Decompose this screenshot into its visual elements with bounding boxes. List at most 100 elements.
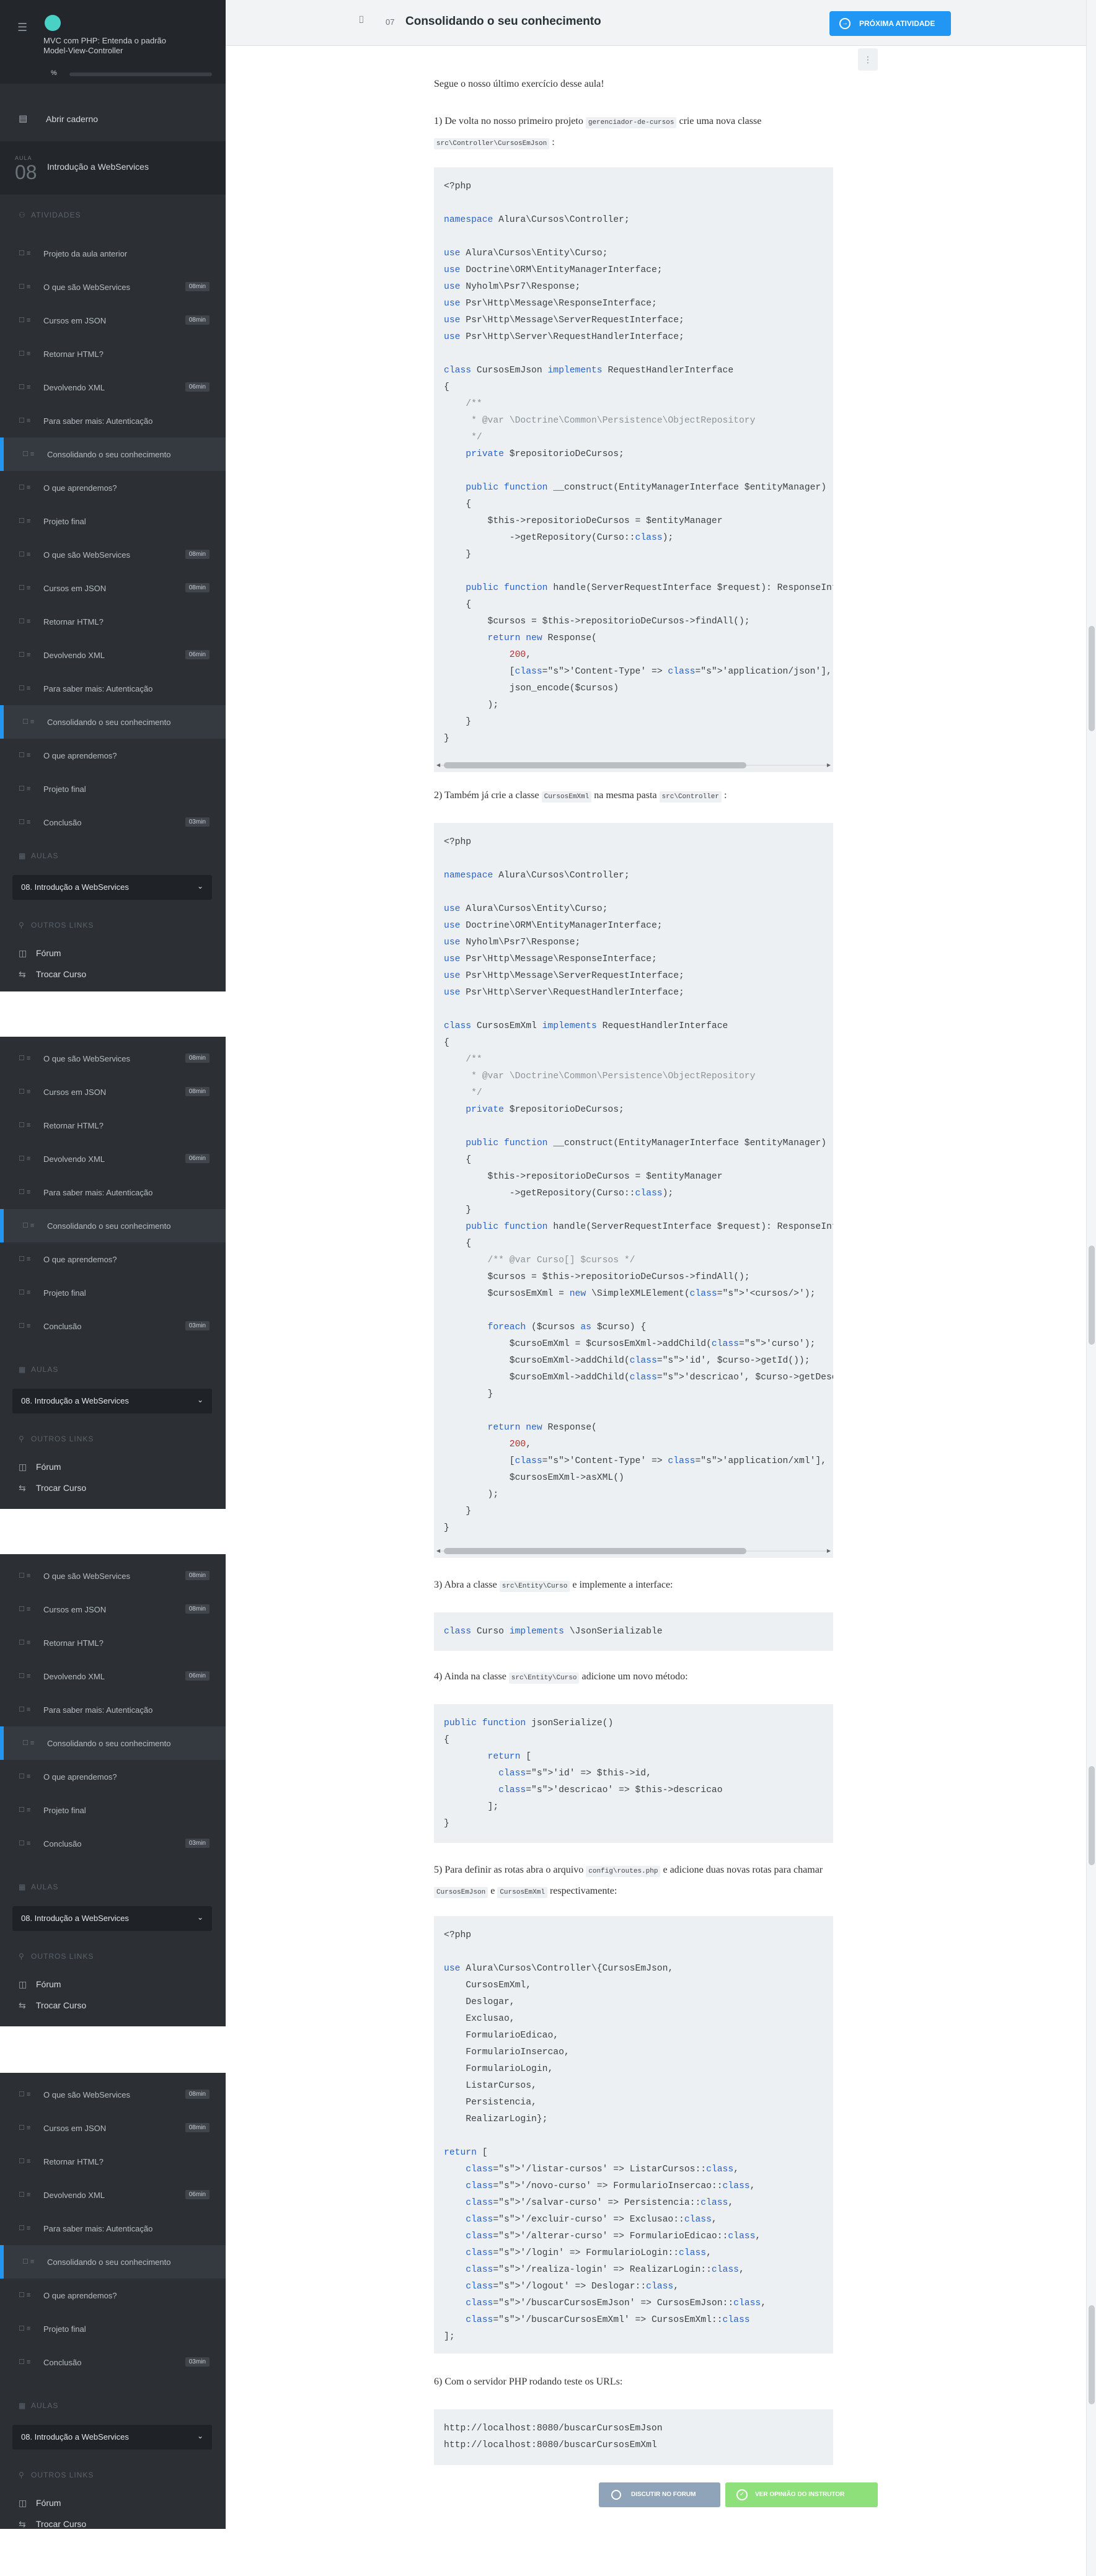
activity-label: Devolvendo XML [43,383,105,392]
sidebar-activity-item[interactable]: ☐ ≡ O que aprendemos? [0,471,226,504]
sidebar-activity-item[interactable]: ☐ ≡ O que são WebServices 08min [0,1559,226,1593]
next-activity-label: PRÓXIMA ATIVIDADE [859,19,935,28]
link-icon: ⚲ [19,1952,25,1961]
horizontal-scrollbar[interactable]: ◀ ▶ [436,1548,831,1554]
scroll-thumb[interactable] [1089,2305,1095,2404]
sidebar-activity-item[interactable]: ☐ ≡ Consolidando o seu conhecimento [0,2245,226,2279]
bookmark-icon[interactable]: ⌷ [358,15,365,26]
checkbox-icon: ☐ ≡ [19,1122,31,1129]
forum-link[interactable]: ◫ Fórum [19,2498,61,2508]
sidebar-activity-item[interactable]: ☐ ≡ Para saber mais: Autenticação [0,1176,226,1209]
sidebar-activity-item[interactable]: ☐ ≡ Consolidando o seu conhecimento [0,437,226,471]
sidebar-header: ☰ MVC com PHP: Entenda o padrão Model-Vi… [0,0,226,84]
sidebar-activity-item[interactable]: ☐ ≡ Para saber mais: Autenticação [0,1693,226,1726]
checkbox-icon: ☐ ≡ [19,1255,31,1263]
aulas-label: AULAS [31,1365,59,1374]
sidebar-activity-item[interactable]: ☐ ≡ Consolidando o seu conhecimento [0,1209,226,1242]
sidebar-activity-item[interactable]: ☐ ≡ Para saber mais: Autenticação [0,404,226,437]
swap-icon: ⇆ [19,2519,26,2529]
change-course-link[interactable]: ⇆ Trocar Curso [19,2519,86,2529]
sidebar-activity-item[interactable]: ☐ ≡ O que são WebServices 08min [0,538,226,571]
sidebar-activity-item[interactable]: ☐ ≡ Retornar HTML? [0,337,226,371]
sidebar-activity-item[interactable]: ☐ ≡ Projeto final [0,1793,226,1827]
sidebar-activity-item[interactable]: ☐ ≡ Conclusão 03min [0,1827,226,1860]
sidebar-activity-item[interactable]: ☐ ≡ Retornar HTML? [0,2145,226,2178]
forum-link[interactable]: ◫ Fórum [19,1462,61,1472]
sidebar-activity-item[interactable]: ☐ ≡ O que aprendemos? [0,739,226,772]
sidebar-activity-item[interactable]: ☐ ≡ O que são WebServices 08min [0,1042,226,1075]
sidebar-activity-item[interactable]: ☐ ≡ Projeto final [0,1276,226,1309]
open-notebook-link[interactable]: ▤ Abrir caderno [0,103,226,134]
sidebar-activity-item[interactable]: ☐ ≡ Cursos em JSON 08min [0,2111,226,2145]
sidebar-activity-item[interactable]: ☐ ≡ Devolvendo XML 06min [0,371,226,404]
course-progress: % [45,69,212,79]
sidebar-activity-item[interactable]: ☐ ≡ O que são WebServices 08min [0,2078,226,2111]
change-course-label: Trocar Curso [36,1483,87,1493]
change-course-link[interactable]: ⇆ Trocar Curso [19,969,86,980]
activity-label: O que aprendemos? [43,2291,117,2300]
activity-label: Retornar HTML? [43,1121,104,1130]
checkbox-icon: ☐ ≡ [19,1572,31,1580]
sidebar-activity-item[interactable]: ☐ ≡ Conclusão 03min [0,2345,226,2379]
forum-link[interactable]: ◫ Fórum [19,948,61,959]
sidebar-activity-item[interactable]: ☐ ≡ Cursos em JSON 08min [0,304,226,337]
sidebar-activity-item[interactable]: ☐ ≡ Cursos em JSON 08min [0,1075,226,1109]
sidebar-activity-item[interactable]: ☐ ≡ Consolidando o seu conhecimento [0,705,226,739]
step-5-b: e adicione duas novas rotas para chamar [660,1865,823,1875]
activity-label: Conclusão [43,1322,82,1331]
sidebar-activity-item[interactable]: ☐ ≡ Cursos em JSON 08min [0,1593,226,1626]
sidebar-activity-item[interactable]: ☐ ≡ Retornar HTML? [0,1626,226,1659]
sidebar-activity-item[interactable]: ☐ ≡ O que são WebServices 08min [0,270,226,304]
sidebar-activity-item[interactable]: ☐ ≡ O que aprendemos? [0,2279,226,2312]
sidebar-activity-item[interactable]: ☐ ≡ Devolvendo XML 06min [0,1659,226,1693]
next-activity-button[interactable]: → PRÓXIMA ATIVIDADE [829,11,951,36]
change-course-link[interactable]: ⇆ Trocar Curso [19,1483,86,1493]
scroll-thumb[interactable] [1089,626,1095,731]
step-1-text: 1) De volta no nosso primeiro projeto ge… [434,112,833,154]
sidebar-activity-item[interactable]: ☐ ≡ Retornar HTML? [0,605,226,638]
module-select[interactable]: 08. Introdução a WebServices ⌄ [12,2425,212,2450]
sidebar-activity-item[interactable]: ☐ ≡ O que aprendemos? [0,1760,226,1793]
activity-label: Para saber mais: Autenticação [43,684,153,693]
sidebar-activity-item[interactable]: ☐ ≡ Devolvendo XML 06min [0,2178,226,2212]
checkbox-icon: ☐ ≡ [19,1773,31,1780]
sidebar-activity-item[interactable]: ☐ ≡ Projeto final [0,504,226,538]
module-select[interactable]: 08. Introdução a WebServices ⌄ [12,1906,212,1931]
view-instructor-solution-button[interactable]: ✓ VER OPINIÃO DO INSTRUTOR [725,2482,878,2507]
page-scrollbar[interactable] [1086,0,1096,2576]
scroll-thumb[interactable] [1089,1766,1095,1865]
sidebar-activity-item[interactable]: ☐ ≡ Para saber mais: Autenticação [0,672,226,705]
discuss-forum-button[interactable]: DISCUTIR NO FORUM [599,2482,720,2507]
checkbox-icon: ☐ ≡ [19,1189,31,1196]
sidebar-activity-item[interactable]: ☐ ≡ Projeto final [0,2312,226,2345]
sidebar-activity-item[interactable]: ☐ ≡ Consolidando o seu conhecimento [0,1726,226,1760]
sidebar-activity-item[interactable]: ☐ ≡ O que aprendemos? [0,1242,226,1276]
horizontal-scrollbar[interactable]: ◀ ▶ [436,762,831,768]
sidebar-activity-item[interactable]: ☐ ≡ Para saber mais: Autenticação [0,2212,226,2245]
scroll-thumb[interactable] [1089,1246,1095,1345]
code-1: <?php namespace Alura\Cursos\Controller;… [444,182,833,744]
menu-toggle-icon[interactable]: ☰ [17,21,27,34]
duration-badge: 06min [185,1671,210,1681]
sidebar-activity-item[interactable]: ☐ ≡ Cursos em JSON 08min [0,571,226,605]
checkbox-icon: ☐ ≡ [19,584,31,592]
module-select[interactable]: 08. Introdução a WebServices ⌄ [12,1389,212,1413]
sidebar-activity-item[interactable]: ☐ ≡ Projeto da aula anterior [0,237,226,270]
lesson-number: 07 [386,17,395,27]
checkbox-icon: ☐ ≡ [19,1322,31,1330]
course-title[interactable]: MVC com PHP: Entenda o padrão Model-View… [43,36,192,56]
sidebar-activity-item[interactable]: ☐ ≡ Retornar HTML? [0,1109,226,1142]
module-select[interactable]: 08. Introdução a WebServices ⌄ [12,875,212,900]
change-course-link[interactable]: ⇆ Trocar Curso [19,2000,86,2011]
sidebar-activity-item[interactable]: ☐ ≡ Conclusão 03min [0,806,226,839]
sidebar-activity-item[interactable]: ☐ ≡ Devolvendo XML 06min [0,638,226,672]
sidebar-activity-item[interactable]: ☐ ≡ Projeto final [0,772,226,806]
forum-link[interactable]: ◫ Fórum [19,1979,61,1990]
sidebar-activity-item[interactable]: ☐ ≡ Conclusão 03min [0,1309,226,1343]
step-5-c: e [488,1886,498,1896]
aulas-header: ▦ AULAS [19,1365,58,1374]
step-2-code-1: CursosEmXml [541,791,592,802]
more-options-icon[interactable]: ⋮ [858,48,878,71]
sidebar-activity-item[interactable]: ☐ ≡ Devolvendo XML 06min [0,1142,226,1176]
code-6: http://localhost:8080/buscarCursosEmJson… [444,2424,663,2450]
